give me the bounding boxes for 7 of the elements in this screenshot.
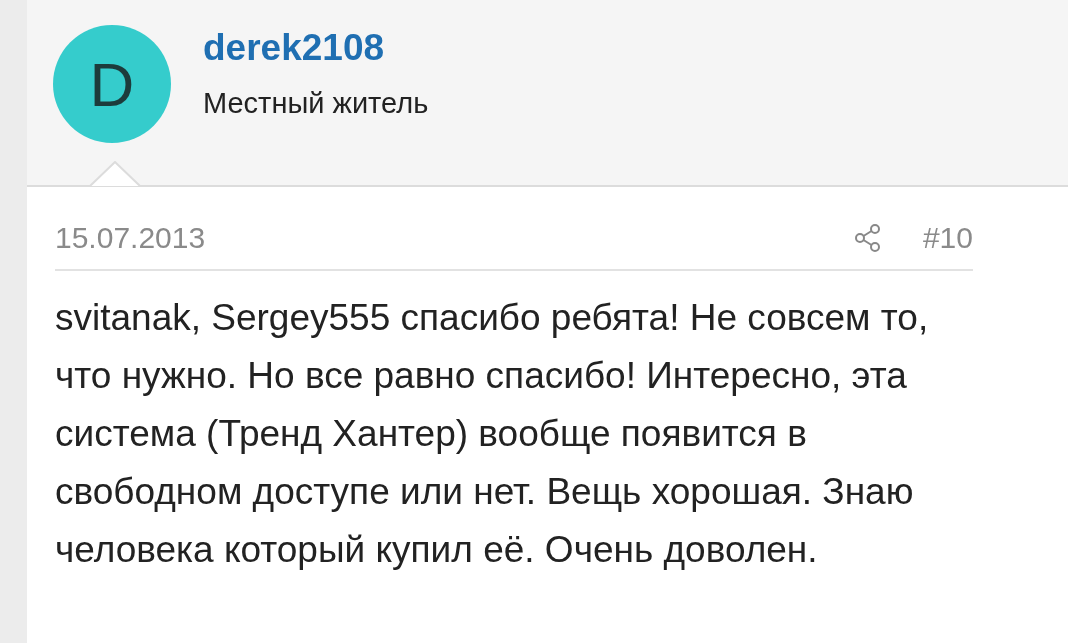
share-icon[interactable] bbox=[852, 223, 883, 253]
user-title: Местный житель bbox=[203, 87, 429, 120]
post-date: 15.07.2013 bbox=[55, 221, 207, 255]
avatar: D bbox=[53, 25, 171, 143]
post-body: svitanak, Sergey555 спасибо ребята! Не совсем то, что нужно. Но все равно спасибо! Интересно, эта система (Тренд Хантер) вообще появится в свободном доступе или нет. Вещь хорошая. Знаю человека который купил её. Очень доволен. bbox=[55, 296, 930, 572]
post-number-link[interactable]: #10 bbox=[922, 221, 973, 255]
username-link[interactable]: derek2108 bbox=[203, 27, 429, 69]
